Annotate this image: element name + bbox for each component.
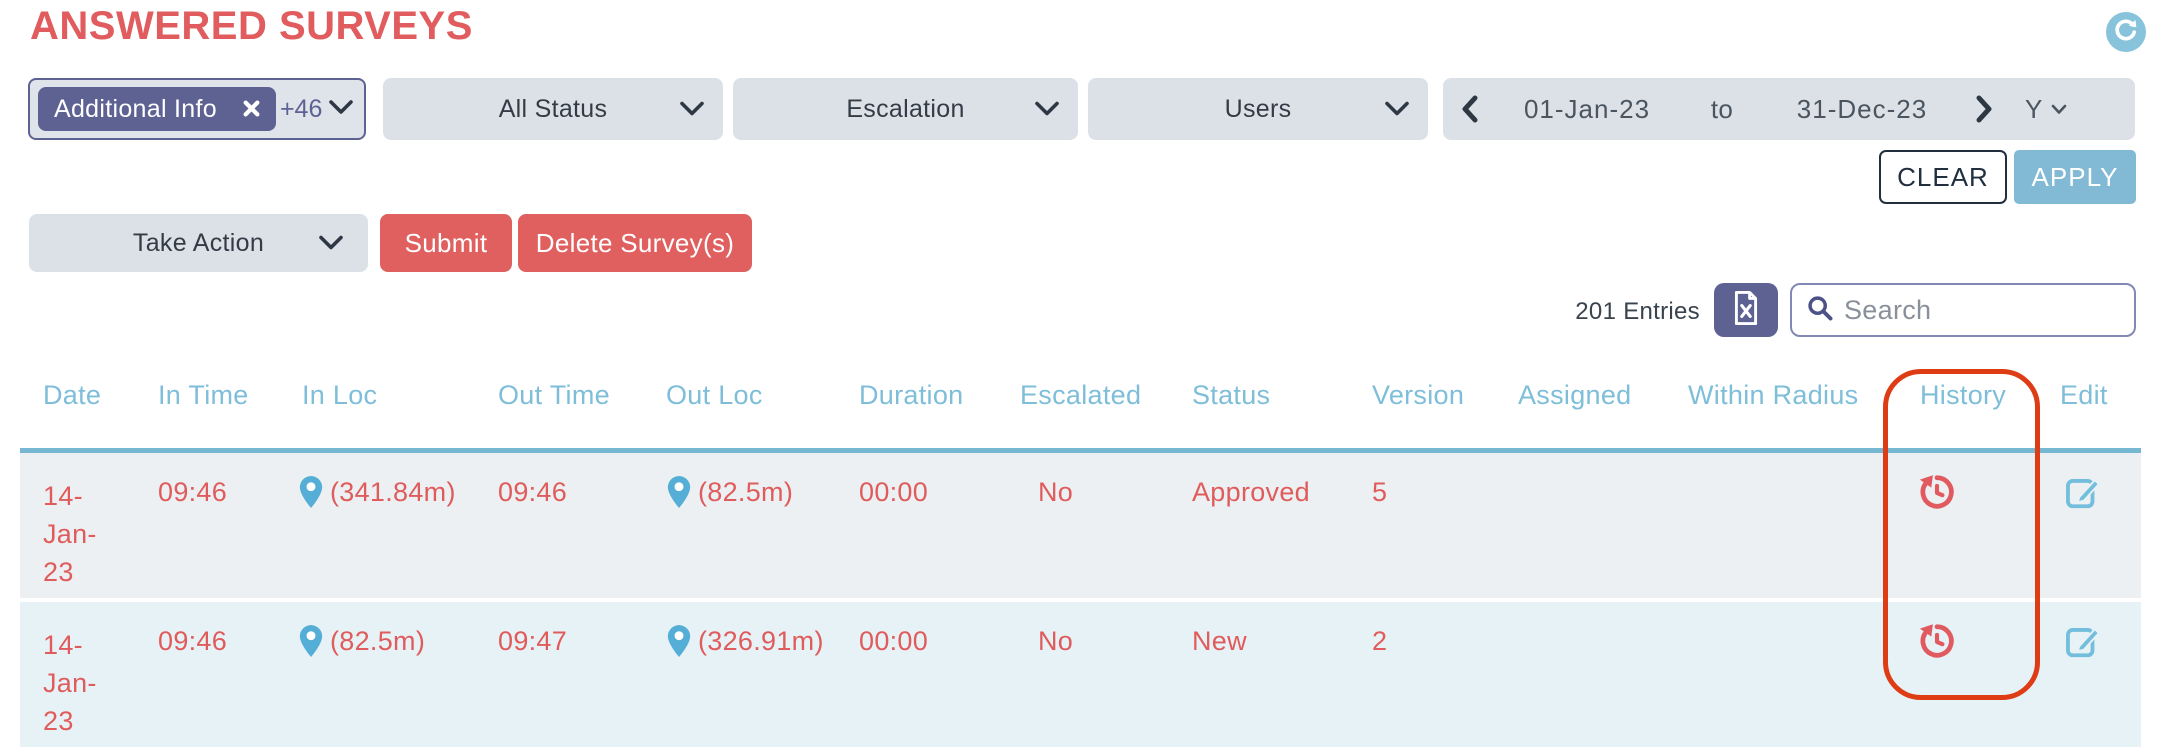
- cell-out-loc: (82.5m): [698, 477, 793, 508]
- cell-date: 14-Jan-23: [43, 626, 121, 740]
- column-header-status: Status: [1192, 380, 1270, 411]
- refresh-button[interactable]: [2106, 12, 2146, 52]
- chip-label: Additional Info: [54, 95, 217, 124]
- cell-escalated: No: [1038, 626, 1073, 657]
- column-header-version: Version: [1372, 380, 1464, 411]
- take-action-value: Take Action: [133, 229, 264, 258]
- table-row: 14-Jan-23 09:46 (341.84m) 09:46 (82.5m) …: [20, 453, 2141, 598]
- page-title: ANSWERED SURVEYS: [30, 4, 473, 49]
- entries-count: 201 Entries: [1560, 298, 1700, 326]
- status-select[interactable]: All Status: [383, 78, 723, 140]
- cell-in-loc: (82.5m): [330, 626, 425, 657]
- more-selected-count: +46: [280, 95, 322, 124]
- column-header-assigned: Assigned: [1518, 380, 1631, 411]
- clear-button[interactable]: CLEAR: [1879, 150, 2007, 204]
- cell-duration: 00:00: [859, 477, 928, 508]
- location-pin-icon[interactable]: [666, 475, 692, 516]
- column-header-edit: Edit: [2060, 380, 2108, 411]
- cell-out-time: 09:47: [498, 626, 567, 657]
- date-range-picker: 01-Jan-23 to 31-Dec-23 Y: [1443, 78, 2135, 140]
- chip-remove-icon[interactable]: [243, 95, 260, 124]
- column-header-within-radius: Within Radius: [1688, 380, 1858, 411]
- survey-type-multiselect[interactable]: Additional Info +46: [28, 78, 366, 140]
- previous-period-icon[interactable]: [1443, 95, 1497, 123]
- location-pin-icon[interactable]: [298, 624, 324, 665]
- column-header-escalated: Escalated: [1020, 380, 1141, 411]
- column-header-in-loc: In Loc: [302, 380, 377, 411]
- history-icon[interactable]: [1918, 473, 1956, 518]
- chevron-down-icon: [328, 99, 354, 120]
- column-header-out-time: Out Time: [498, 380, 610, 411]
- escalation-select[interactable]: Escalation: [733, 78, 1078, 140]
- cell-duration: 00:00: [859, 626, 928, 657]
- edit-icon[interactable]: [2064, 473, 2102, 518]
- location-pin-icon[interactable]: [666, 624, 692, 665]
- cell-date: 14-Jan-23: [43, 477, 121, 591]
- next-period-icon[interactable]: [1957, 95, 2011, 123]
- cell-out-time: 09:46: [498, 477, 567, 508]
- interval-select-value: Y: [2025, 94, 2043, 125]
- cell-in-loc: (341.84m): [330, 477, 456, 508]
- cell-out-loc: (326.91m): [698, 626, 824, 657]
- take-action-select[interactable]: Take Action: [29, 214, 368, 272]
- table-row: 14-Jan-23 09:46 (82.5m) 09:47 (326.91m) …: [20, 602, 2141, 747]
- chevron-down-icon: [679, 95, 705, 124]
- cell-status: New: [1192, 626, 1247, 657]
- cell-escalated: No: [1038, 477, 1073, 508]
- delete-surveys-button[interactable]: Delete Survey(s): [518, 214, 752, 272]
- history-icon[interactable]: [1918, 622, 1956, 667]
- cell-in-time: 09:46: [158, 626, 227, 657]
- export-excel-button[interactable]: [1714, 283, 1778, 337]
- date-from[interactable]: 01-Jan-23: [1497, 94, 1677, 125]
- apply-button[interactable]: APPLY: [2014, 150, 2136, 204]
- selected-filter-chip[interactable]: Additional Info: [38, 87, 276, 131]
- escalation-select-value: Escalation: [846, 95, 964, 124]
- chevron-down-icon: [2051, 104, 2067, 115]
- cell-version: 5: [1372, 477, 1387, 508]
- interval-select[interactable]: Y: [2025, 94, 2067, 125]
- refresh-icon: [2113, 17, 2139, 48]
- users-select-value: Users: [1225, 95, 1292, 124]
- cell-in-time: 09:46: [158, 477, 227, 508]
- excel-file-icon: [1731, 290, 1761, 331]
- edit-icon[interactable]: [2064, 622, 2102, 667]
- cell-version: 2: [1372, 626, 1387, 657]
- column-header-duration: Duration: [859, 380, 963, 411]
- date-range-separator: to: [1677, 94, 1767, 125]
- search-input[interactable]: [1844, 295, 2162, 326]
- column-header-in-time: In Time: [158, 380, 249, 411]
- column-header-out-loc: Out Loc: [666, 380, 763, 411]
- column-header-date: Date: [43, 380, 101, 411]
- location-pin-icon[interactable]: [298, 475, 324, 516]
- search-box: [1790, 283, 2136, 337]
- submit-button[interactable]: Submit: [380, 214, 512, 272]
- chevron-down-icon: [318, 229, 344, 258]
- search-icon: [1806, 294, 1834, 327]
- status-select-value: All Status: [499, 95, 608, 124]
- users-select[interactable]: Users: [1088, 78, 1428, 140]
- chevron-down-icon: [1034, 95, 1060, 124]
- cell-status: Approved: [1192, 477, 1310, 508]
- chevron-down-icon: [1384, 95, 1410, 124]
- column-header-history: History: [1920, 380, 2006, 411]
- date-to[interactable]: 31-Dec-23: [1767, 94, 1957, 125]
